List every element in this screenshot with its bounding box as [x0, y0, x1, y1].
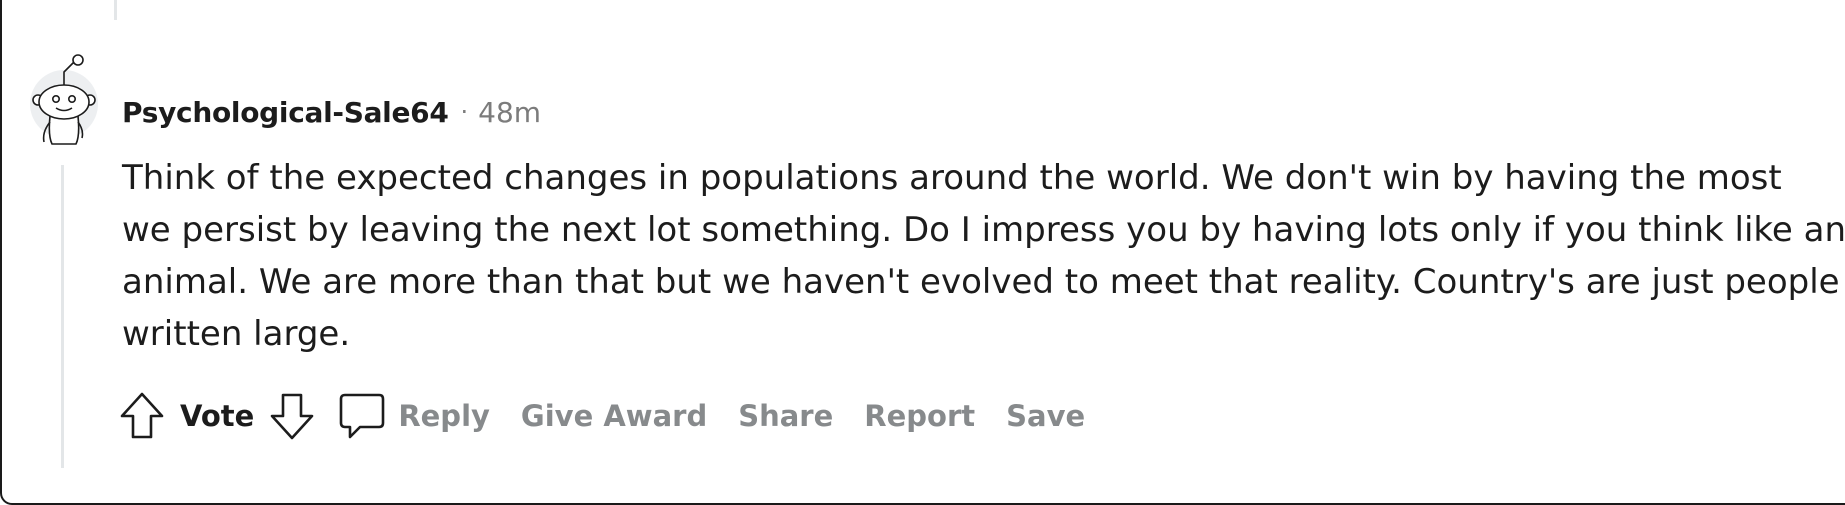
comment-body-line: Think of the expected changes in populat…: [122, 158, 1782, 198]
comment-timestamp[interactable]: 48m: [478, 96, 541, 129]
comment-body-line: we persist by leaving the next lot somet…: [122, 210, 1845, 250]
comment-thread-line[interactable]: [61, 165, 64, 468]
share-button[interactable]: Share: [738, 399, 833, 433]
report-button[interactable]: Report: [864, 399, 975, 433]
username-link[interactable]: Psychological-Sale64: [122, 96, 449, 129]
snoo-avatar-icon[interactable]: [28, 52, 100, 146]
parent-thread-line[interactable]: [114, 0, 117, 20]
speech-bubble-icon[interactable]: [338, 391, 386, 441]
downvote-arrow-icon[interactable]: [268, 390, 316, 442]
upvote-arrow-icon[interactable]: [118, 390, 166, 442]
comment-panel: Psychological-Sale64 · 48m Think of the …: [0, 0, 1845, 505]
save-button[interactable]: Save: [1006, 399, 1085, 433]
give-award-button[interactable]: Give Award: [521, 399, 707, 433]
comment-header: Psychological-Sale64 · 48m: [122, 92, 541, 132]
comment-body-line: animal. We are more than that but we hav…: [122, 262, 1840, 302]
meta-separator: ·: [460, 98, 469, 126]
vote-count: Vote: [180, 399, 255, 433]
comment-body: Think of the expected changes in populat…: [122, 152, 1845, 360]
reply-button[interactable]: Reply: [398, 399, 490, 433]
comment-body-line: written large.: [122, 314, 351, 354]
comment-action-bar: Vote Reply Give Award Share Report Save: [118, 386, 1085, 446]
